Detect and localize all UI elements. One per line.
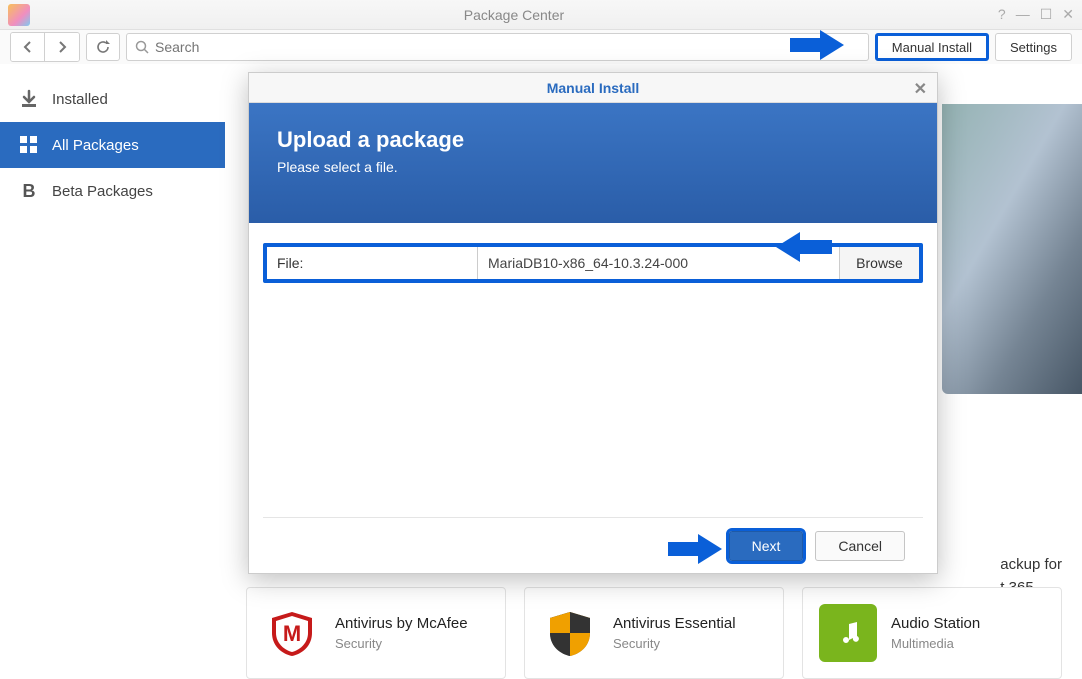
package-category: Security bbox=[613, 636, 736, 651]
maximize-icon[interactable]: ☐ bbox=[1040, 6, 1053, 23]
close-icon[interactable]: ✕ bbox=[1062, 6, 1074, 23]
toolbar: Manual Install Settings bbox=[0, 30, 1082, 64]
cancel-button[interactable]: Cancel bbox=[815, 531, 905, 561]
chevron-right-icon bbox=[57, 41, 67, 53]
music-icon bbox=[819, 604, 877, 662]
refresh-icon bbox=[96, 40, 110, 54]
grid-icon bbox=[18, 134, 40, 156]
package-card[interactable]: Antivirus Essential Security bbox=[524, 587, 784, 679]
settings-button[interactable]: Settings bbox=[995, 33, 1072, 61]
download-icon bbox=[18, 88, 40, 110]
search-icon bbox=[135, 40, 149, 54]
package-name: Audio Station bbox=[891, 615, 980, 632]
refresh-button[interactable] bbox=[86, 33, 120, 61]
mcafee-icon: M bbox=[263, 604, 321, 662]
window-title: Package Center bbox=[30, 7, 998, 23]
file-label: File: bbox=[267, 255, 477, 271]
package-name: Antivirus by McAfee bbox=[335, 615, 468, 632]
package-category: Security bbox=[335, 636, 468, 651]
sidebar-item-beta-packages[interactable]: B Beta Packages bbox=[0, 168, 225, 214]
sidebar-item-label: All Packages bbox=[52, 137, 139, 154]
forward-button[interactable] bbox=[45, 33, 79, 61]
svg-text:M: M bbox=[283, 621, 301, 646]
search-input[interactable] bbox=[155, 39, 860, 55]
minimize-icon[interactable]: — bbox=[1016, 6, 1030, 23]
dialog-hero-subtitle: Please select a file. bbox=[277, 159, 909, 175]
sidebar-item-label: Beta Packages bbox=[52, 183, 153, 200]
sidebar: Installed All Packages B Beta Packages bbox=[0, 64, 225, 679]
file-input[interactable]: MariaDB10-x86_64-10.3.24-000 bbox=[477, 247, 839, 279]
manual-install-button[interactable]: Manual Install bbox=[875, 33, 989, 61]
sidebar-item-all-packages[interactable]: All Packages bbox=[0, 122, 225, 168]
beta-icon: B bbox=[18, 180, 40, 202]
back-button[interactable] bbox=[11, 33, 45, 61]
banner-image bbox=[942, 104, 1082, 394]
package-name: Antivirus Essential bbox=[613, 615, 736, 632]
sidebar-item-label: Installed bbox=[52, 91, 108, 108]
dialog-hero: Upload a package Please select a file. bbox=[249, 103, 937, 223]
sidebar-item-installed[interactable]: Installed bbox=[0, 76, 225, 122]
app-icon bbox=[8, 4, 30, 26]
browse-button[interactable]: Browse bbox=[839, 247, 919, 279]
dialog-hero-title: Upload a package bbox=[277, 127, 909, 153]
package-card[interactable]: Audio Station Multimedia bbox=[802, 587, 1062, 679]
next-button[interactable]: Next bbox=[729, 531, 804, 561]
dialog-close-button[interactable]: ✕ bbox=[914, 79, 927, 99]
chevron-left-icon bbox=[23, 41, 33, 53]
shield-icon bbox=[541, 604, 599, 662]
dialog-title: Manual Install ✕ bbox=[249, 73, 937, 103]
titlebar: Package Center ? — ☐ ✕ bbox=[0, 0, 1082, 30]
search-box[interactable] bbox=[126, 33, 869, 61]
package-card[interactable]: M Antivirus by McAfee Security bbox=[246, 587, 506, 679]
package-category: Multimedia bbox=[891, 636, 980, 651]
file-row: File: MariaDB10-x86_64-10.3.24-000 Brows… bbox=[263, 243, 923, 283]
manual-install-dialog: Manual Install ✕ Upload a package Please… bbox=[248, 72, 938, 574]
help-icon[interactable]: ? bbox=[998, 6, 1006, 23]
